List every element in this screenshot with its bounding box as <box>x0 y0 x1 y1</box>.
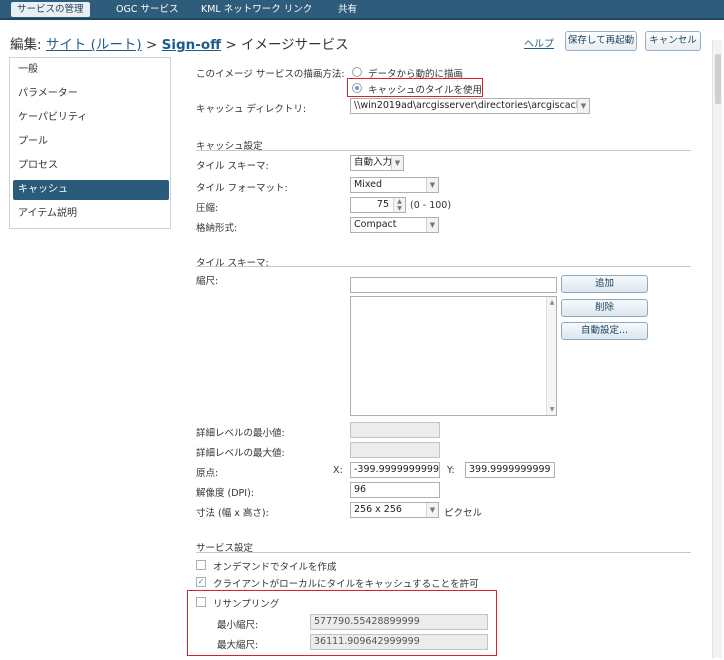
sidebar-item-item-description[interactable]: アイテム説明 <box>13 204 169 224</box>
dpi-label: 解像度 (DPI): <box>196 488 254 499</box>
scale-label: 縮尺: <box>196 276 219 287</box>
tile-size-unit: ピクセル <box>444 508 483 519</box>
scale-input[interactable] <box>350 277 557 293</box>
cache-directory-label: キャッシュ ディレクトリ: <box>196 104 307 115</box>
storage-format-value: Compact <box>354 219 397 230</box>
max-lod-label: 詳細レベルの最大値: <box>196 448 285 459</box>
sidebar: 一般 パラメーター ケーパビリティ プール プロセス キャッシュ アイテム説明 <box>9 57 171 229</box>
cancel-button[interactable]: キャンセル <box>645 31 701 51</box>
section-divider <box>196 552 691 553</box>
draw-cache-radio[interactable] <box>352 83 362 93</box>
spinner-arrows-icon[interactable]: ▲ ▼ <box>393 198 405 212</box>
breadcrumb-separator: > <box>145 37 158 53</box>
add-scale-button[interactable]: 追加 <box>561 275 648 293</box>
chevron-down-icon: ▼ <box>391 156 403 170</box>
scroll-up-icon[interactable]: ▲ <box>547 299 557 306</box>
tile-scheme-value: 自動入力 <box>354 157 393 168</box>
auto-configure-button[interactable]: 自動設定... <box>561 322 648 340</box>
draw-dynamic-radio[interactable] <box>352 67 362 77</box>
compression-spinner[interactable]: 75 ▲ ▼ <box>350 197 406 213</box>
sidebar-item-caching[interactable]: キャッシュ <box>13 180 169 200</box>
tab-ogc-services[interactable]: OGC サービス <box>116 2 179 17</box>
scale-list[interactable]: ▲ ▼ <box>350 296 557 416</box>
client-cache-checkbox[interactable]: ✓ <box>196 577 206 587</box>
origin-y-input[interactable]: 399.9999999999 <box>465 462 555 478</box>
page-scrollbar[interactable] <box>712 40 722 658</box>
tab-manage-services[interactable]: サービスの管理 <box>11 2 90 17</box>
compression-label: 圧縮: <box>196 203 219 214</box>
tile-format-label: タイル フォーマット: <box>196 183 288 194</box>
chevron-down-icon: ▼ <box>426 178 438 192</box>
compression-value: 75 <box>376 199 389 210</box>
min-scale-input: 577790.55428899999 <box>310 614 488 630</box>
cache-directory-value: \\win2019ad\arcgisserver\directories\arc… <box>354 100 588 111</box>
cache-directory-select[interactable]: \\win2019ad\arcgisserver\directories\arc… <box>350 98 590 114</box>
top-tab-bar: サービスの管理 OGC サービス KML ネットワーク リンク 共有 <box>0 0 724 20</box>
delete-scale-button[interactable]: 削除 <box>561 299 648 317</box>
tile-scheme-label: タイル スキーマ: <box>196 161 269 172</box>
tile-format-value: Mixed <box>354 179 383 190</box>
breadcrumb-service-link[interactable]: Sign-off <box>162 37 221 53</box>
storage-format-select[interactable]: Compact ▼ <box>350 217 439 233</box>
save-restart-button[interactable]: 保存して再起動 <box>565 31 637 51</box>
draw-method-label: このイメージ サービスの描画方法: <box>196 69 345 80</box>
origin-x-input[interactable]: -399.9999999999 <box>350 462 440 478</box>
breadcrumb-separator: > <box>225 37 237 53</box>
scale-list-scrollbar[interactable]: ▲ ▼ <box>546 297 556 415</box>
min-scale-label: 最小縮尺: <box>217 620 259 631</box>
sidebar-item-processes[interactable]: プロセス <box>13 156 169 176</box>
section-divider <box>196 150 691 151</box>
breadcrumb: 編集: サイト (ルート) > Sign-off > イメージサービス <box>10 33 349 53</box>
min-lod-label: 詳細レベルの最小値: <box>196 428 285 439</box>
min-lod-input <box>350 422 440 438</box>
client-cache-label: クライアントがローカルにタイルをキャッシュすることを許可 <box>213 579 479 590</box>
sidebar-item-general[interactable]: 一般 <box>13 60 169 80</box>
dpi-input[interactable]: 96 <box>350 482 440 498</box>
max-lod-input <box>350 442 440 458</box>
draw-cache-label: キャッシュのタイルを使用 <box>368 85 483 96</box>
resampling-checkbox[interactable] <box>196 597 206 607</box>
tile-size-value: 256 x 256 <box>354 504 402 515</box>
compression-range: (0 - 100) <box>410 200 452 211</box>
tile-format-select[interactable]: Mixed ▼ <box>350 177 439 193</box>
breadcrumb-current: イメージサービス <box>240 37 349 53</box>
sidebar-item-pooling[interactable]: プール <box>13 132 169 152</box>
chevron-down-icon: ▼ <box>426 218 438 232</box>
breadcrumb-prefix: 編集: <box>10 37 42 53</box>
chevron-down-icon: ▼ <box>426 503 438 517</box>
origin-y-label: Y: <box>447 465 455 476</box>
section-divider <box>196 266 691 267</box>
scrollbar-thumb[interactable] <box>715 54 721 104</box>
max-scale-input: 36111.909642999999 <box>310 634 488 650</box>
chevron-down-icon: ▼ <box>577 99 589 113</box>
tab-kml-network-link[interactable]: KML ネットワーク リンク <box>201 2 312 17</box>
tile-size-label: 寸法 (幅 x 高さ): <box>196 508 269 519</box>
sidebar-item-capabilities[interactable]: ケーパビリティ <box>13 108 169 128</box>
on-demand-checkbox[interactable] <box>196 560 206 570</box>
origin-label: 原点: <box>196 468 219 479</box>
tile-size-select[interactable]: 256 x 256 ▼ <box>350 502 439 518</box>
origin-x-label: X: <box>333 465 343 476</box>
sidebar-item-parameters[interactable]: パラメーター <box>13 84 169 104</box>
tab-sharing[interactable]: 共有 <box>338 2 357 17</box>
resampling-label: リサンプリング <box>213 599 280 610</box>
breadcrumb-site-link[interactable]: サイト (ルート) <box>46 37 142 53</box>
help-link[interactable]: ヘルプ <box>524 35 554 50</box>
on-demand-label: オンデマンドでタイルを作成 <box>213 562 337 573</box>
max-scale-label: 最大縮尺: <box>217 640 259 651</box>
tile-scheme-select[interactable]: 自動入力 ▼ <box>350 155 404 171</box>
scroll-down-icon[interactable]: ▼ <box>547 406 557 413</box>
storage-format-label: 格納形式: <box>196 223 238 234</box>
